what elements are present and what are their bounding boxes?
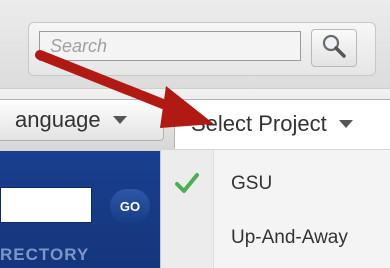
search-input[interactable] [39,31,301,61]
go-button-label: GO [119,198,141,214]
project-option-gsu[interactable]: GSU [161,158,390,210]
directory-label[interactable]: RECTORY [0,245,89,265]
project-option-up-and-away[interactable]: Up-And-Away [161,212,390,264]
chevron-down-icon [112,116,127,124]
nav-bar: anguage Select Project [0,88,390,152]
project-option-label: GSU [231,173,273,194]
select-project-label: Select Project [191,111,327,136]
directory-search-panel: GO RECTORY [0,151,160,268]
directory-input[interactable] [0,187,92,223]
go-button[interactable]: GO [110,189,150,223]
language-menu[interactable]: anguage [0,99,164,141]
search-button[interactable] [311,29,357,67]
checkmark-icon [175,172,199,199]
search-container [28,22,376,76]
top-bar [0,0,390,88]
language-menu-label: anguage [15,107,101,132]
project-dropdown: GSU Up-And-Away [160,150,390,268]
project-option-label: Up-And-Away [231,227,348,248]
select-project-menu[interactable]: Select Project [174,99,390,149]
chevron-down-icon [338,120,353,128]
magnifier-icon [321,33,347,64]
